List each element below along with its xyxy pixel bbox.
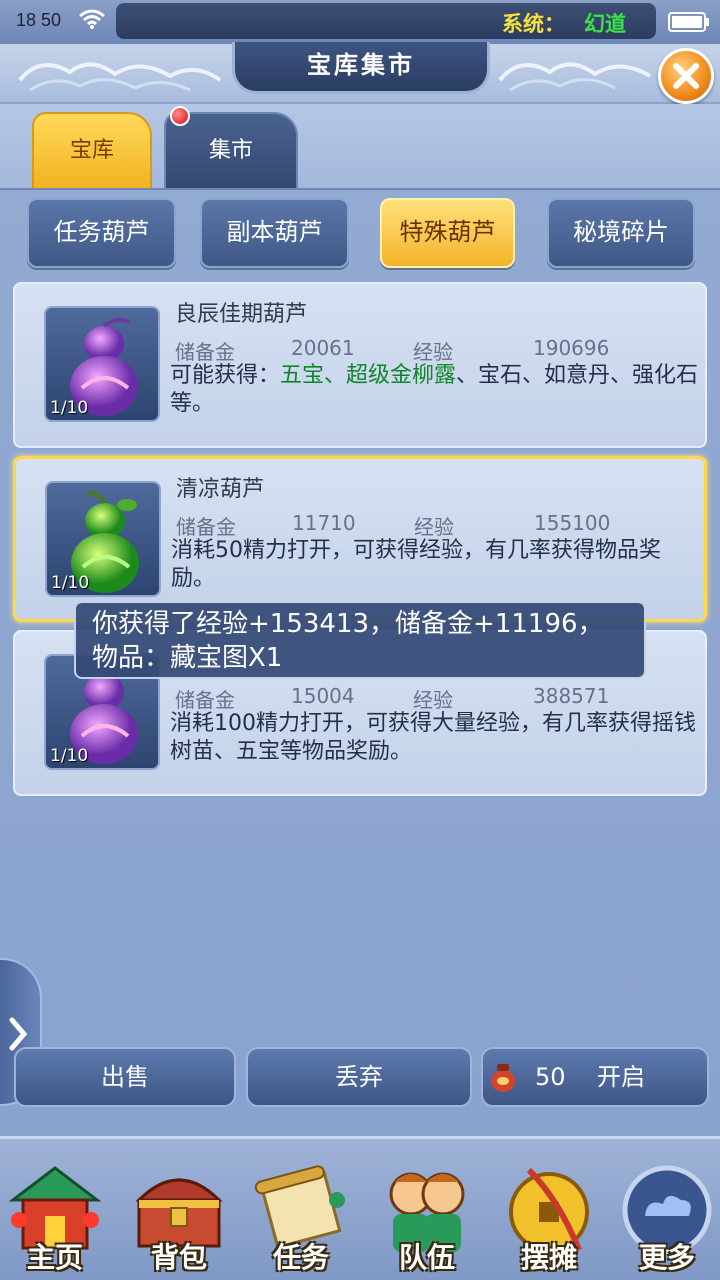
item-description: 消耗50精力打开，可获得经验，有几率获得物品奖励。 [171,538,661,591]
wifi-icon [79,9,105,29]
exp-value: 155100 [534,511,611,535]
discard-button[interactable]: 丢弃 [246,1047,472,1107]
filter-dungeon-gourd-button[interactable]: 副本葫芦 [200,198,349,268]
item-count: 1/10 [51,573,90,593]
status-bar: 18 50 系统： 幻道 [0,0,720,44]
tab-treasury[interactable]: 宝库 [32,112,152,190]
item-thumbnail: 1/10 [44,306,160,422]
reserve-value: 11710 [292,511,356,535]
filter-special-gourd-button[interactable]: 特殊葫芦 [380,198,515,268]
reserve-value: 20061 [291,336,355,360]
exp-label: 经验 [413,688,453,712]
exp-value: 388571 [533,684,610,708]
open-cost: 50 [535,1063,566,1091]
reserve-label: 储备金 [175,688,235,712]
item-name: 清凉葫芦 [176,477,265,502]
reserve-value: 15004 [291,684,355,708]
nav-label: 任务 [272,1241,329,1274]
energy-jar-icon [491,1064,515,1092]
filter-quest-gourd-button[interactable]: 任务葫芦 [27,198,176,268]
reserve-label: 储备金 [175,340,235,364]
filter-secret-fragment-button[interactable]: 秘境碎片 [547,198,695,268]
nav-stall[interactable]: 摆摊 [494,1160,604,1280]
desc-highlight: 五宝、超级金柳露 [280,363,457,388]
exp-label: 经验 [414,515,454,539]
nav-team[interactable]: 队伍 [372,1160,482,1280]
item-count: 1/10 [50,398,89,418]
nav-label: 摆摊 [520,1241,577,1274]
nav-more[interactable]: 更多 [612,1160,720,1280]
page-title: 宝库集市 [232,42,490,94]
nav-label: 主页 [26,1241,83,1274]
tab-bar: 宝库 集市 [0,104,720,190]
item-name: 良辰佳期葫芦 [175,302,308,327]
sell-button[interactable]: 出售 [14,1047,236,1107]
system-message: 幻道 [584,12,626,36]
item-thumbnail: 1/10 [45,481,161,597]
close-button[interactable] [658,48,714,104]
item-count: 1/10 [50,746,89,766]
notification-badge [170,106,190,126]
nav-bag[interactable]: 背包 [124,1160,234,1280]
exp-value: 190696 [533,336,610,360]
desc-prefix: 可能获得： [170,363,281,388]
open-label: 开启 [597,1063,645,1091]
nav-label: 背包 [150,1241,207,1274]
cloud-ornament-icon [18,62,222,92]
nav-label: 队伍 [398,1241,455,1274]
exp-label: 经验 [413,340,453,364]
system-message-bar: 系统： 幻道 [116,3,656,39]
close-icon [673,63,699,89]
reserve-label: 储备金 [176,515,236,539]
battery-icon [668,12,709,32]
system-label: 系统： [502,12,565,36]
list-item[interactable]: 1/10 清凉葫芦 储备金 11710 经验 155100 消耗50精力打开，可… [13,456,707,622]
nav-label: 更多 [638,1241,695,1274]
list-item[interactable]: 1/10 良辰佳期葫芦 储备金 20061 经验 190696 可能获得：五宝、… [13,282,707,448]
nav-home[interactable]: 主页 [0,1160,110,1280]
nav-quest[interactable]: 任务 [246,1160,356,1280]
item-description: 可能获得：五宝、超级金柳露、宝石、如意丹、强化石等。 [170,362,700,418]
reward-toast: 你获得了经验+153413，储备金+11196，物品：藏宝图X1 [74,601,646,679]
item-description: 消耗100精力打开，可获得大量经验，有几率获得摇钱树苗、五宝等物品奖励。 [170,711,696,764]
status-time: 18 50 [16,10,62,30]
